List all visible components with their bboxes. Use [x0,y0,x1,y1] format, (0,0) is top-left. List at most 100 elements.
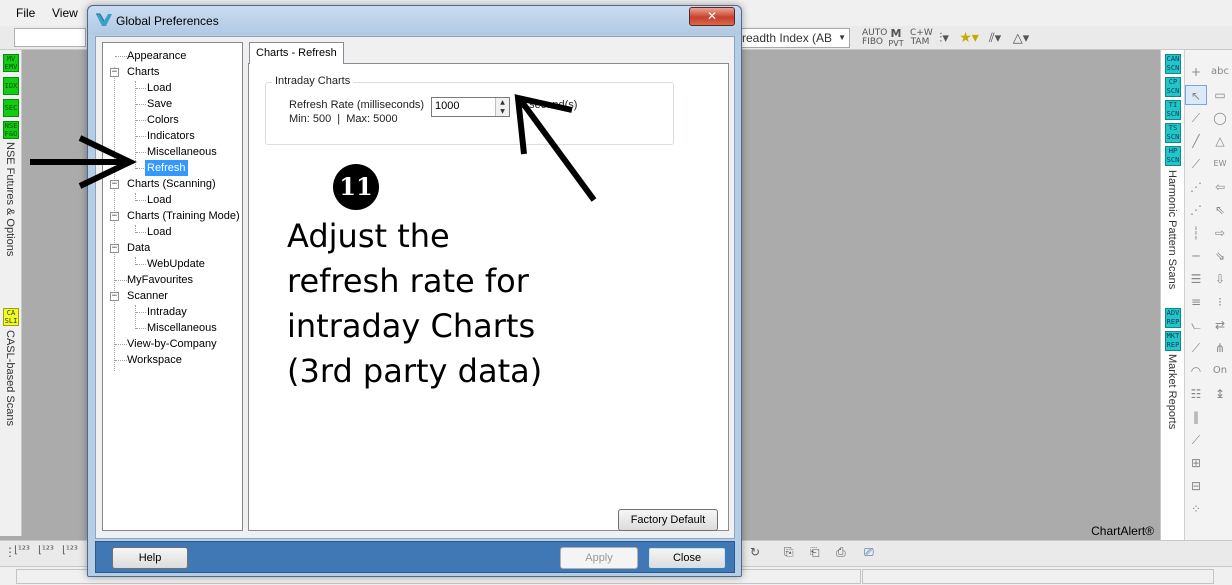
horizontal-line-icon[interactable]: ─ [1185,246,1207,266]
tree-item-scanning-load[interactable]: Load [147,192,171,208]
pitchfork-icon[interactable]: ⋔ [1209,338,1231,358]
refresh-rate-stepper[interactable]: 1000 ▲ ▼ [431,97,510,117]
grid-lines-icon[interactable]: ⁝ [1209,292,1231,312]
scan-icon[interactable]: ⎚ [864,545,874,560]
refresh-rate-value[interactable]: 1000 [435,100,459,112]
tree-item-scanner-intraday[interactable]: Intraday [147,304,187,320]
tab-nse-futures-options[interactable]: NSE Futures & Options [4,142,16,256]
channel-icon[interactable]: ☰ [1185,269,1207,289]
numbers-3-icon[interactable]: ⌊¹²³ [62,545,78,556]
numbers-2-icon[interactable]: ⌊¹²³ [38,545,54,556]
tam-icon[interactable]: C+W TAM [910,29,933,47]
auto-fibo-icon[interactable]: AUTO FIBO [862,29,887,47]
star-icon[interactable]: ★▾ [958,31,980,45]
arrow-down-tool-icon[interactable]: ⇩ [1209,269,1231,289]
table-icon[interactable]: ⊟ [1185,476,1207,496]
adv-report-button[interactable]: ADV REP [1165,308,1181,328]
trendline-icon[interactable]: ⟋ [1185,108,1207,128]
tab-charts-refresh[interactable]: Charts - Refresh [249,42,344,64]
dialog-titlebar[interactable]: Global Preferences ✕ [88,6,741,35]
breadth-index-combo[interactable]: readth Index (AB ▼ [736,28,850,48]
speed-lines-icon[interactable]: ⟋ [1185,430,1207,450]
triangle-icon[interactable]: △▾ [1010,32,1032,45]
arrow-upleft-tool-icon[interactable]: ⇖ [1209,200,1231,220]
tab-market-reports[interactable]: Market Reports [1166,354,1178,429]
cycles-icon[interactable]: ‖ [1185,407,1207,427]
harmonic-pattern-scan-button[interactable]: HP SCN [1165,146,1181,166]
pivot-icon[interactable]: M PVT [886,28,906,48]
grid-icon[interactable]: ⊞ [1185,453,1207,473]
line-icon[interactable]: ╱ [1185,131,1207,151]
pattern-icon[interactable]: ⁘ [1185,499,1207,519]
close-button[interactable]: Close [648,547,726,569]
symbol-input[interactable] [14,28,86,47]
tree-item-charts-colors[interactable]: Colors [147,112,179,128]
ew-sym-icon[interactable]: EW [1209,154,1231,174]
tree-item-workspace[interactable]: Workspace [127,352,182,368]
arrow-right-tool-icon[interactable]: ⇨ [1209,223,1231,243]
nse-fo-button[interactable]: NSE F&O [3,121,19,139]
stepper-down-icon[interactable]: ▼ [496,107,509,116]
numbers-1-icon[interactable]: ⌊¹²³ [14,545,30,556]
menu-file[interactable]: File [16,6,35,20]
mv-emv-button[interactable]: MV EMV [3,54,19,72]
arrow-left-tool-icon[interactable]: ⇦ [1209,177,1231,197]
tree-item-appearance[interactable]: Appearance [127,48,186,64]
paste-icon[interactable]: ⎗ [810,545,820,560]
ellipse-icon[interactable]: ◯ [1209,108,1231,128]
fib-lines-icon[interactable]: ≡ [1185,292,1207,312]
candlestick-scan-button[interactable]: CAN SCN [1165,54,1181,74]
tree-item-charts-indicators[interactable]: Indicators [147,128,195,144]
tree-item-charts-save[interactable]: Save [147,96,172,112]
sl-line-icon[interactable]: ⟋ [1185,154,1207,174]
on-toggle[interactable]: On [1209,361,1231,381]
tree-item-charts-training[interactable]: Charts (Training Mode) [127,208,240,224]
triangle-tool-icon[interactable]: △ [1209,131,1231,151]
cursor-r-icon[interactable]: ↨ [1209,384,1231,404]
node-icon[interactable]: ⋰ [1185,177,1207,197]
tree-item-webupdate[interactable]: WebUpdate [147,256,205,272]
market-report-button[interactable]: MKT REP [1165,331,1181,351]
candle-icon[interactable]: ⫶▾ [934,32,954,45]
tree-item-charts-refresh[interactable]: Refresh [145,160,188,176]
tree-item-scanner[interactable]: Scanner [127,288,168,304]
ts-scan-button[interactable]: TS SCN [1165,123,1181,143]
help-button[interactable]: Help [112,547,188,569]
tree-item-charts[interactable]: Charts [127,64,159,80]
expand-scanner-toggle[interactable]: − [110,292,119,301]
chart-pattern-scan-button[interactable]: CP SCN [1165,77,1181,97]
gann-icon[interactable]: ⦦ [1185,315,1207,335]
fan-icon[interactable]: ⟋ [1185,338,1207,358]
factory-default-button[interactable]: Factory Default [618,509,718,531]
tree-item-view-by-company[interactable]: View-by-Company [127,336,217,352]
refresh-icon[interactable]: ↻ [750,545,760,559]
tree-item-charts-load[interactable]: Load [147,80,171,96]
text-tool-icon[interactable]: abc [1209,62,1231,82]
tree-item-scanner-miscellaneous[interactable]: Miscellaneous [147,320,217,336]
tree-item-charts-scanning[interactable]: Charts (Scanning) [127,176,216,192]
apply-button[interactable]: Apply [560,547,638,569]
arc-icon[interactable]: ◠ [1185,361,1207,381]
tab-casl-scans[interactable]: CASL-based Scans [4,330,16,426]
pointer-icon[interactable]: ↖ [1185,85,1207,105]
vertical-line-icon[interactable]: ┆ [1185,223,1207,243]
wave-icon[interactable]: ⫽▾ [984,32,1006,45]
expand-charts-toggle[interactable]: − [110,68,119,77]
sl-arrow-icon[interactable]: ⇄ [1209,315,1231,335]
tree-item-training-load[interactable]: Load [147,224,171,240]
sl-tool-icon[interactable]: ⋰ [1185,200,1207,220]
copy-icon[interactable]: ⎘ [784,545,794,560]
levels-icon[interactable]: ☷ [1185,384,1207,404]
document-icon[interactable]: ⎙ [836,545,846,560]
casl-button[interactable]: CA SLI [3,308,19,326]
expand-training-toggle[interactable]: − [110,212,119,221]
technical-indicator-scan-button[interactable]: TI SCN [1165,100,1181,120]
sec-button[interactable]: SEC [3,99,19,117]
tree-item-data[interactable]: Data [127,240,150,256]
chart-canvas[interactable]: ChartAlert® [742,50,1160,540]
close-window-button[interactable]: ✕ [689,7,735,26]
tab-harmonic-pattern-scans[interactable]: Harmonic Pattern Scans [1166,170,1178,289]
stepper-up-icon[interactable]: ▲ [496,98,509,107]
expand-data-toggle[interactable]: − [110,244,119,253]
menu-view[interactable]: View [52,6,78,20]
